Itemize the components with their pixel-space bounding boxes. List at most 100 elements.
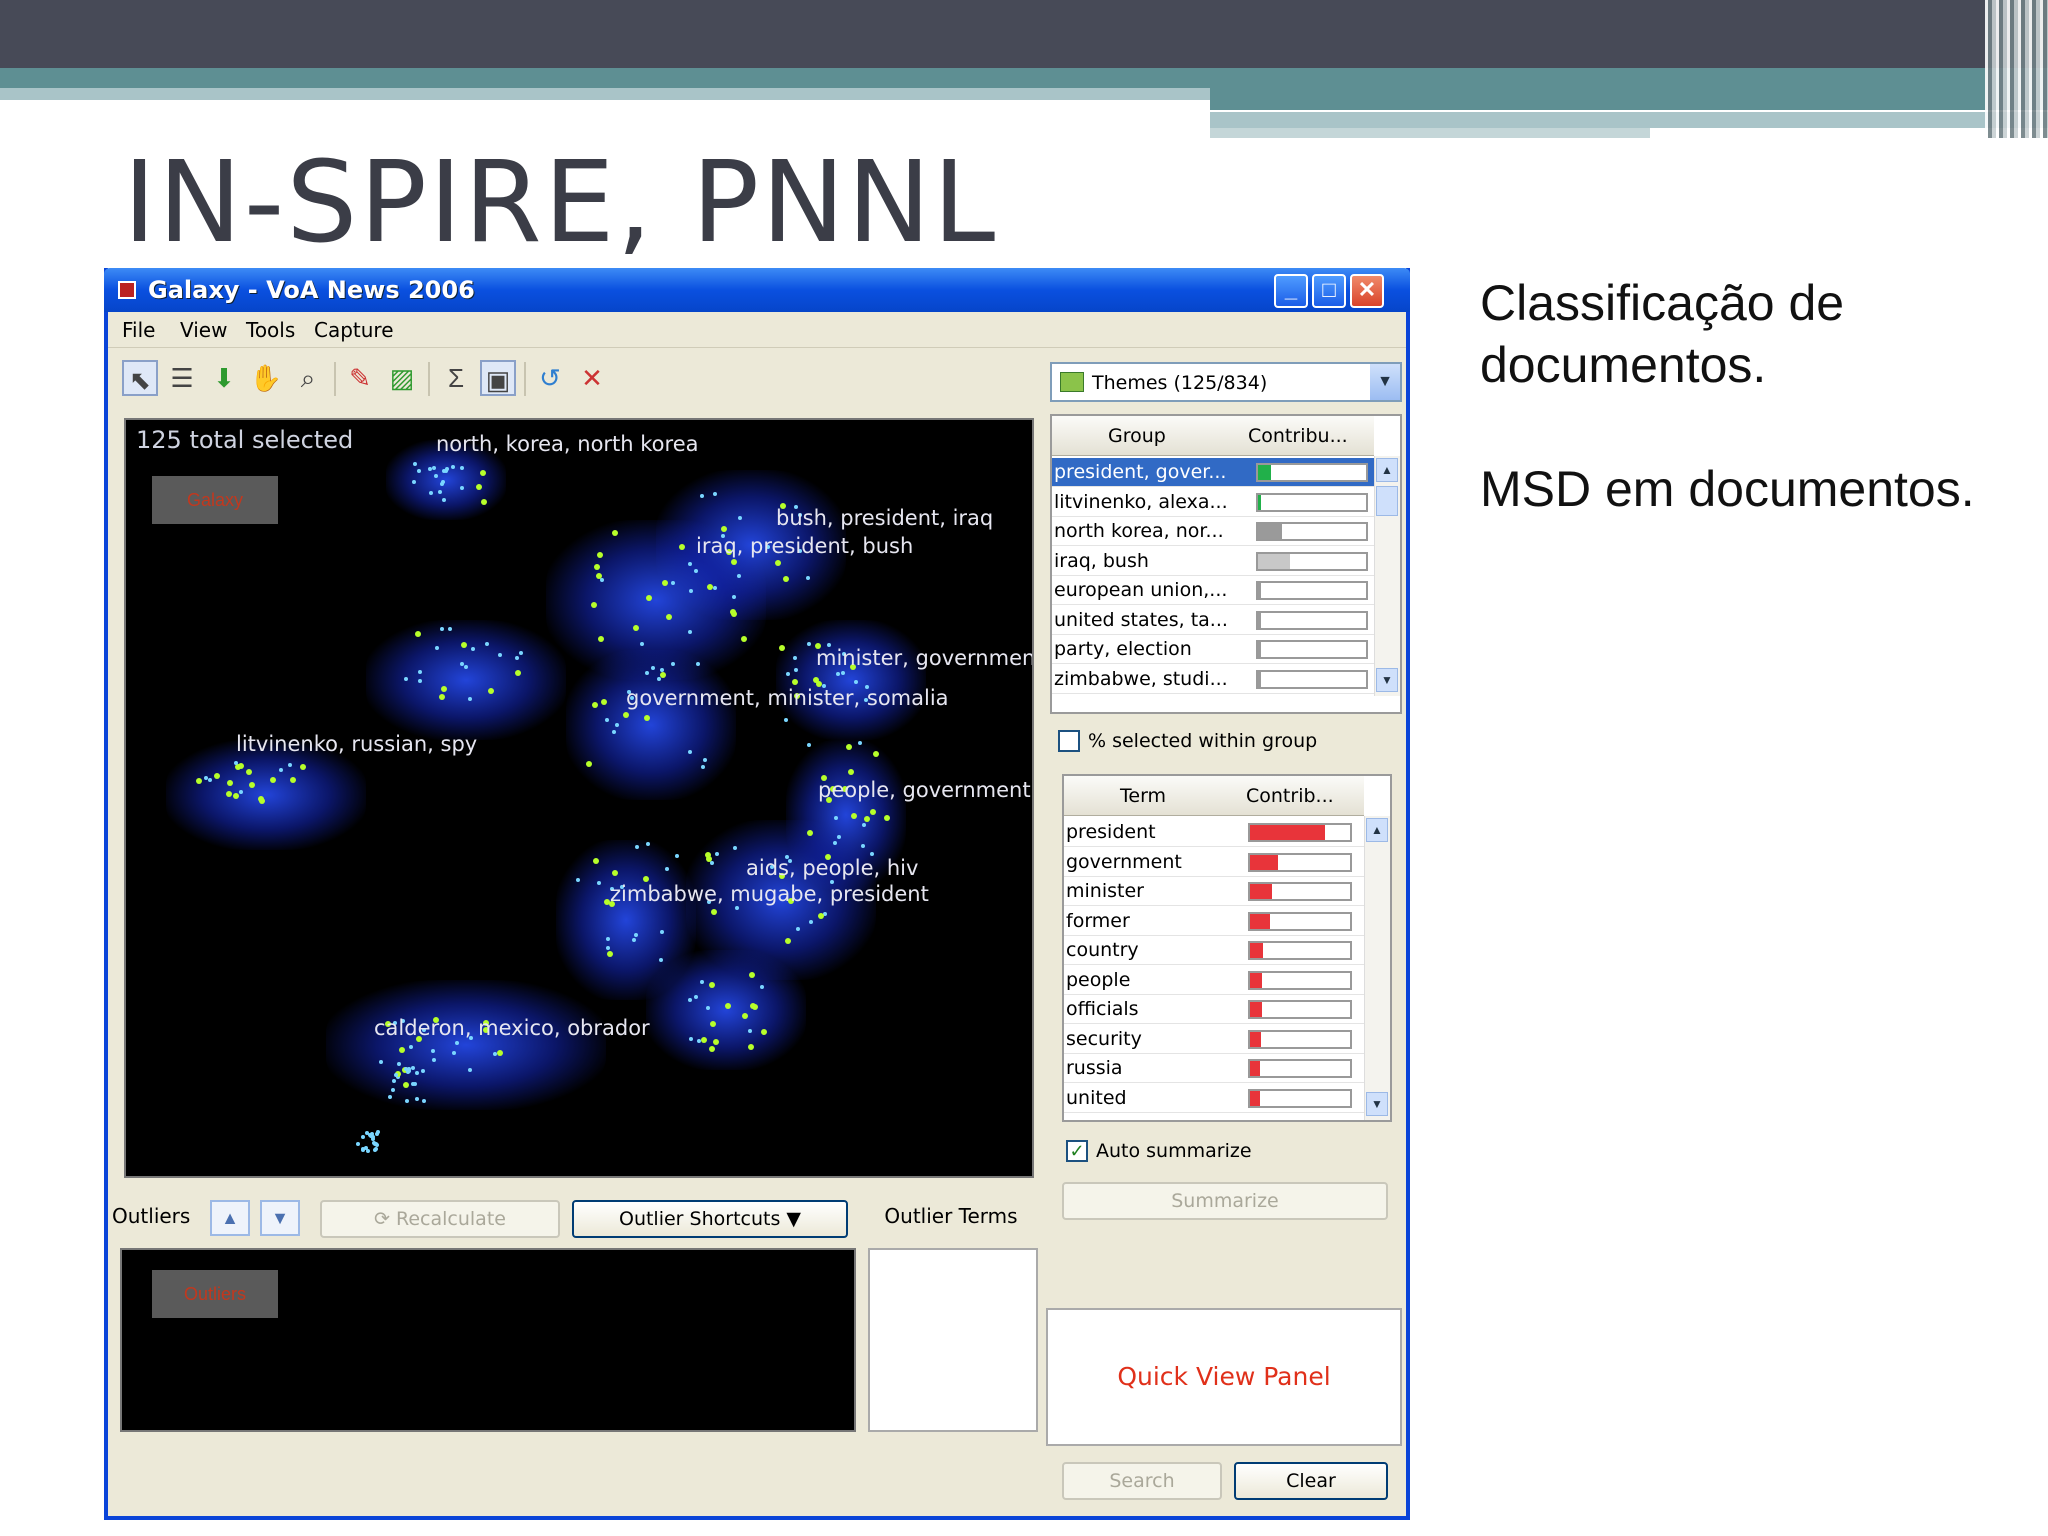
document-point[interactable] [687, 629, 692, 634]
term-row[interactable]: former [1064, 907, 1364, 936]
document-point[interactable] [631, 937, 636, 942]
undo-icon[interactable]: ↺ [532, 360, 568, 396]
scroll-down-icon[interactable]: ▼ [1366, 1092, 1388, 1116]
pointer-icon[interactable]: ⬉ [122, 360, 158, 396]
document-point[interactable] [514, 669, 521, 676]
document-point[interactable] [836, 834, 841, 839]
document-point[interactable] [607, 950, 614, 957]
document-point[interactable] [493, 1051, 498, 1056]
document-point[interactable] [360, 1134, 365, 1139]
document-point[interactable] [439, 482, 444, 486]
document-point[interactable] [833, 815, 838, 820]
document-point[interactable] [778, 644, 785, 651]
document-point[interactable] [454, 1040, 459, 1045]
document-point[interactable] [793, 667, 798, 672]
outliers-down-button[interactable]: ▼ [260, 1200, 300, 1236]
document-point[interactable] [481, 498, 488, 505]
panel-icon[interactable]: ▣ [480, 360, 516, 396]
galaxy-canvas[interactable]: 125 total selected Galaxy north, korea, … [124, 418, 1034, 1178]
theme-row[interactable]: president, gover... [1052, 458, 1374, 487]
document-point[interactable] [440, 686, 447, 693]
theme-row[interactable]: party, election [1052, 635, 1374, 664]
document-point[interactable] [413, 1081, 418, 1086]
column-header-term[interactable]: Term [1120, 785, 1166, 807]
document-point[interactable] [439, 626, 444, 631]
document-point[interactable] [695, 662, 700, 667]
document-point[interactable] [833, 840, 838, 845]
align-icon[interactable]: ☰ [164, 360, 200, 396]
select-region-icon[interactable]: ▨ [384, 360, 420, 396]
document-point[interactable] [379, 1059, 384, 1064]
clear-button[interactable]: Clear [1234, 1462, 1388, 1500]
themes-combobox[interactable]: Themes (125/834) ▼ [1050, 362, 1402, 402]
minimize-button[interactable]: _ [1274, 274, 1308, 308]
document-point[interactable] [600, 699, 607, 706]
document-point[interactable] [699, 493, 704, 498]
document-point[interactable] [518, 650, 523, 655]
theme-row[interactable]: european union,... [1052, 576, 1374, 605]
document-point[interactable] [687, 997, 692, 1002]
document-point[interactable] [785, 937, 792, 944]
document-point[interactable] [364, 1131, 369, 1136]
maximize-button[interactable]: □ [1312, 274, 1346, 308]
document-point[interactable] [226, 779, 233, 786]
document-point[interactable] [774, 559, 781, 566]
outliers-up-button[interactable]: ▲ [210, 1200, 250, 1236]
document-point[interactable] [678, 543, 685, 550]
document-point[interactable] [471, 646, 476, 651]
document-point[interactable] [807, 829, 814, 836]
document-point[interactable] [665, 614, 672, 621]
document-point[interactable] [710, 908, 717, 915]
document-point[interactable] [783, 717, 788, 722]
document-point[interactable] [590, 602, 597, 609]
scroll-thumb[interactable] [1376, 486, 1398, 516]
document-point[interactable] [847, 768, 854, 775]
document-point[interactable] [447, 626, 452, 631]
document-point[interactable] [450, 464, 455, 469]
document-point[interactable] [374, 1143, 379, 1148]
term-row[interactable]: country [1064, 936, 1364, 965]
menu-view[interactable]: View [180, 318, 227, 342]
document-point[interactable] [496, 1050, 503, 1057]
document-point[interactable] [441, 498, 446, 503]
document-point[interactable] [416, 468, 421, 473]
close-button[interactable]: ✕ [1350, 274, 1384, 308]
document-point[interactable] [709, 861, 714, 866]
document-point[interactable] [725, 1002, 732, 1009]
document-point[interactable] [670, 661, 675, 666]
tools-icon[interactable]: ✕ [574, 360, 610, 396]
document-point[interactable] [467, 1068, 472, 1073]
document-point[interactable] [733, 845, 738, 850]
document-point[interactable] [373, 1147, 377, 1152]
document-point[interactable] [751, 1003, 758, 1010]
document-point[interactable] [714, 851, 719, 856]
document-point[interactable] [835, 671, 840, 676]
document-point[interactable] [414, 1096, 419, 1101]
document-point[interactable] [604, 717, 609, 722]
theme-row[interactable]: litvinenko, alexa... [1052, 488, 1374, 517]
down-arrow-icon[interactable]: ⬇ [206, 360, 242, 396]
menu-capture[interactable]: Capture [314, 318, 394, 342]
document-point[interactable] [747, 1028, 752, 1033]
scroll-up-icon[interactable]: ▲ [1376, 458, 1398, 482]
document-point[interactable] [737, 516, 742, 521]
term-row[interactable]: united [1064, 1084, 1364, 1113]
document-point[interactable] [845, 743, 852, 750]
column-header-contrib[interactable]: Contrib... [1246, 785, 1334, 807]
document-point[interactable] [459, 662, 464, 667]
document-point[interactable] [622, 711, 629, 718]
outlier-terms-list[interactable] [868, 1248, 1038, 1432]
document-point[interactable] [451, 1050, 456, 1055]
document-point[interactable] [238, 789, 243, 794]
window-title-bar[interactable]: Galaxy - VoA News 2006 _ □ ✕ [104, 268, 1410, 312]
theme-row[interactable]: zimbabwe, studi... [1052, 665, 1374, 694]
term-row[interactable]: minister [1064, 877, 1364, 906]
document-point[interactable] [807, 742, 812, 747]
document-point[interactable] [438, 693, 445, 700]
term-row[interactable]: security [1064, 1025, 1364, 1054]
scroll-down-icon[interactable]: ▼ [1376, 668, 1398, 692]
document-point[interactable] [818, 912, 825, 919]
document-point[interactable] [592, 857, 599, 864]
document-point[interactable] [204, 775, 208, 780]
terms-scrollbar[interactable]: ▲ ▼ [1364, 816, 1390, 1120]
